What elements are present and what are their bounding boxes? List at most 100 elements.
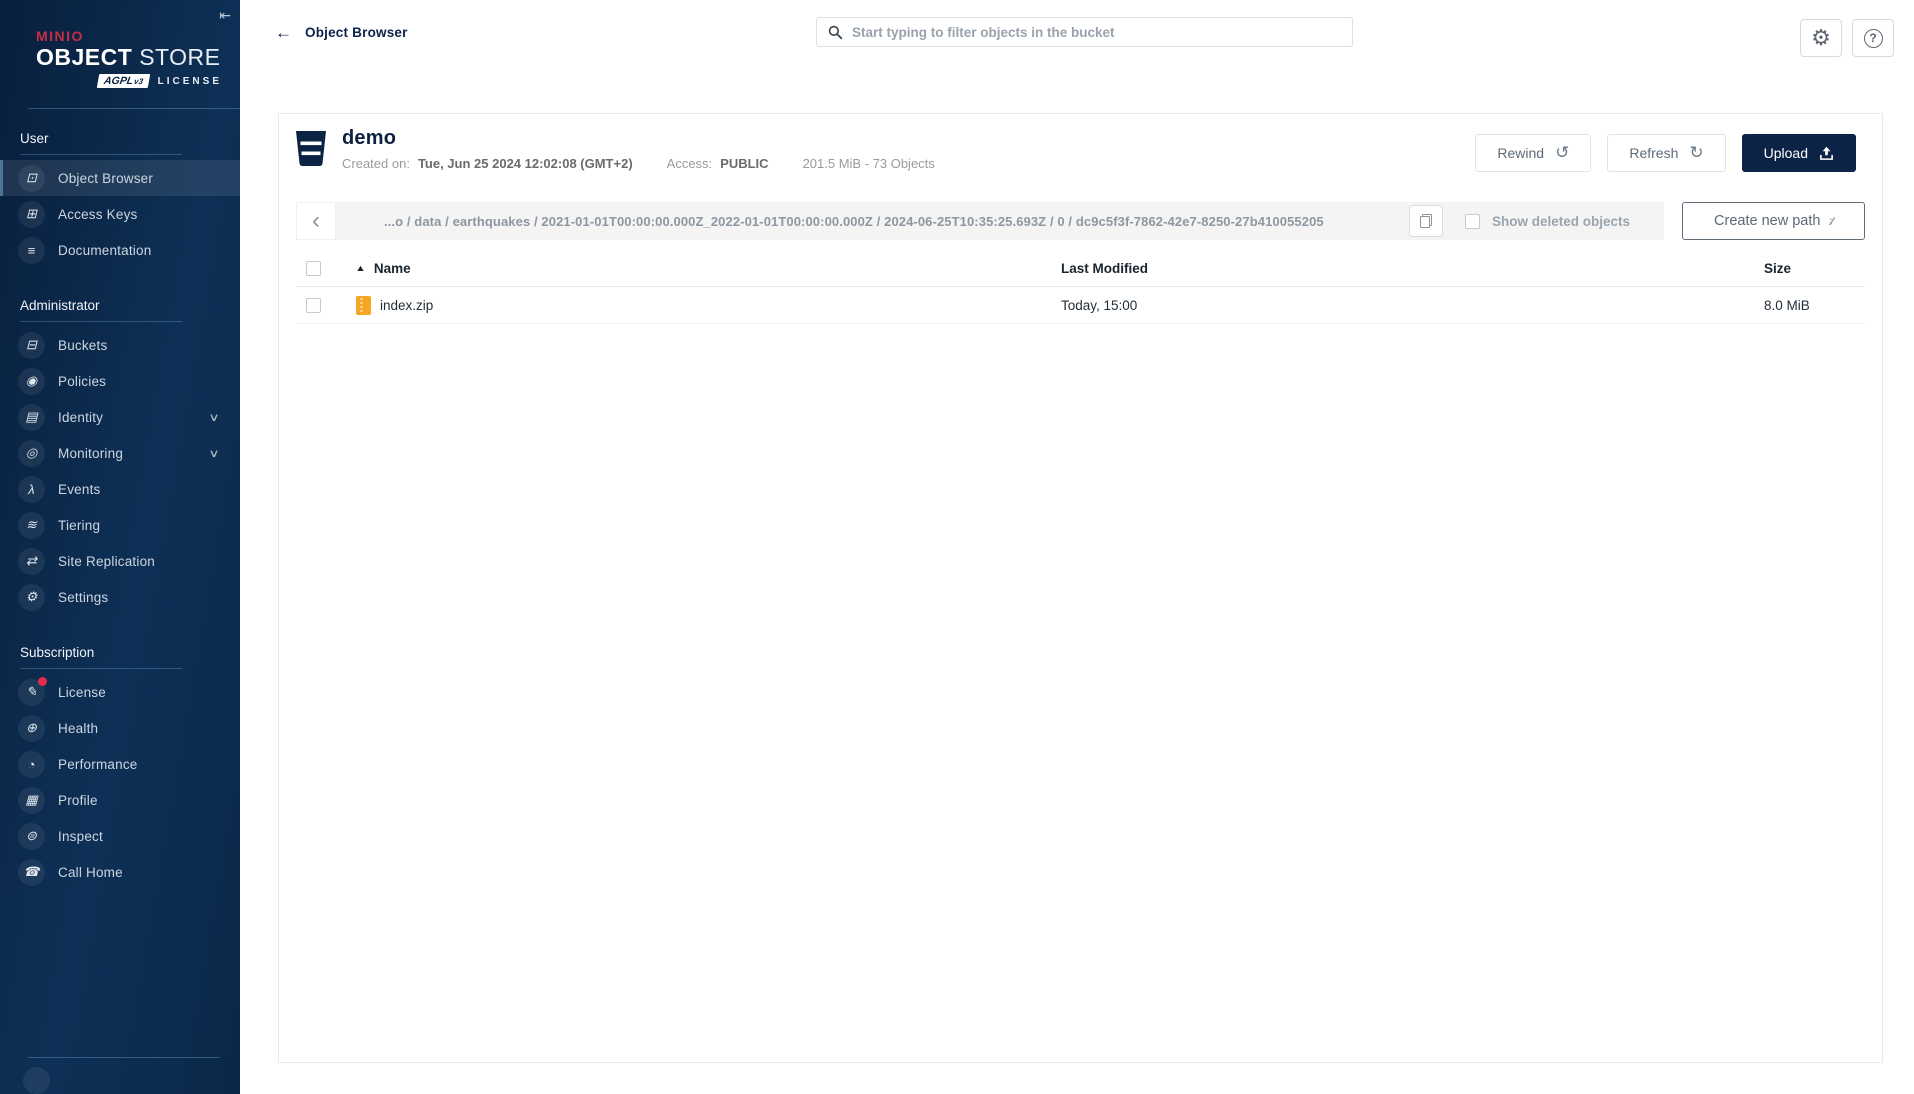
sidebar-section-user: User ⊡ Object Browser ⊞ Access Keys ≡ Do… <box>0 123 240 268</box>
select-all-checkbox[interactable] <box>306 260 321 276</box>
object-name[interactable]: index.zip <box>380 298 433 313</box>
bucket-name: demo <box>342 127 397 149</box>
upload-button[interactable]: Upload <box>1741 134 1856 172</box>
sidebar-item-inspect[interactable]: ⊜ Inspect <box>0 818 240 854</box>
path-icon: ∶∕∕ <box>1829 215 1833 228</box>
access-value[interactable]: PUBLIC <box>720 156 768 171</box>
sort-ascending-icon[interactable]: ▲ <box>355 263 366 273</box>
table-header-row: ▲ Name Last Modified Size <box>296 250 1865 287</box>
sidebar-section-subscription: Subscription ✎ License ⊕ Health ◔ Perfor… <box>0 637 240 890</box>
main-area: ← Object Browser ⚙ ? <box>240 0 1914 1094</box>
sidebar-section-administrator: Administrator ⊟ Buckets ◉ Policies ▤ Ide… <box>0 290 240 615</box>
help-button[interactable]: ? <box>1852 19 1894 57</box>
bucket-browser-card: demo Created on: Tue, Jun 25 2024 12:02:… <box>278 113 1883 1063</box>
sidebar-item-documentation[interactable]: ≡ Documentation <box>0 232 240 268</box>
sidebar-item-object-browser[interactable]: ⊡ Object Browser <box>0 160 240 197</box>
page-title: Object Browser <box>305 25 408 40</box>
divider <box>20 154 182 156</box>
license-alert-badge <box>38 676 47 686</box>
settings-icon: ⚙ <box>18 583 45 611</box>
sidebar-item-performance[interactable]: ◔ Performance <box>0 746 240 782</box>
section-label-administrator: Administrator <box>20 298 100 314</box>
divider <box>20 668 182 670</box>
license-icon: ✎ <box>18 676 47 706</box>
copy-icon <box>1419 214 1432 228</box>
license-badge-label: LICENSE <box>157 75 222 87</box>
row-checkbox[interactable] <box>306 297 321 313</box>
sidebar-item-health[interactable]: ⊕ Health <box>0 710 240 746</box>
profile-icon: ▦ <box>18 786 45 814</box>
sidebar-item-site-replication[interactable]: ⇄ Site Replication <box>0 543 240 579</box>
sidebar-item-events[interactable]: λ Events <box>0 471 240 507</box>
hidden-menu-item-icon <box>23 1067 50 1094</box>
show-deleted-checkbox[interactable] <box>1464 213 1480 229</box>
bucket-actions: Rewind ↺ Refresh ↻ Upload <box>1475 134 1856 172</box>
create-new-path-button[interactable]: Create new path ∶∕∕ <box>1682 202 1865 240</box>
license-badge-row: AGPL v3 LICENSE <box>36 74 226 89</box>
object-size: 8.0 MiB <box>1764 297 1810 313</box>
chevron-down-icon: ∨ <box>208 447 220 460</box>
sidebar: ⇤ MINIO OBJECT STORE AGPL v3 LICENSE User… <box>0 0 240 1094</box>
brand-minio: MINIO <box>36 28 84 44</box>
top-actions: ⚙ ? <box>1800 19 1894 57</box>
performance-icon: ◔ <box>18 750 45 778</box>
rewind-button[interactable]: Rewind ↺ <box>1475 134 1592 172</box>
created-label: Created on: <box>342 156 410 171</box>
policies-icon: ◉ <box>18 367 45 395</box>
top-header: ← Object Browser ⚙ ? <box>240 0 1914 70</box>
divider <box>28 1057 220 1058</box>
rewind-icon: ↺ <box>1555 143 1570 162</box>
buckets-icon: ⊟ <box>18 331 45 359</box>
sidebar-item-policies[interactable]: ◉ Policies <box>0 363 240 399</box>
sidebar-item-profile[interactable]: ▦ Profile <box>0 782 240 818</box>
created-value: Tue, Jun 25 2024 12:02:08 (GMT+2) <box>417 156 633 171</box>
breadcrumb-bar: ...o / data / earthquakes / 2021-01-01T0… <box>336 202 1664 240</box>
breadcrumb-row: ‹ ...o / data / earthquakes / 2021-01-01… <box>296 202 1865 240</box>
sidebar-item-settings[interactable]: ⚙ Settings <box>0 579 240 615</box>
breadcrumb-back-button[interactable]: ‹ <box>296 202 336 240</box>
object-filter-search[interactable] <box>816 17 1353 47</box>
events-icon: λ <box>18 475 45 503</box>
access-label: Access: <box>666 156 713 171</box>
sidebar-item-tiering[interactable]: ≋ Tiering <box>0 507 240 543</box>
section-label-user: User <box>20 131 49 147</box>
back-arrow-icon[interactable]: ← <box>275 24 292 41</box>
site-replication-icon: ⇄ <box>18 547 45 575</box>
sidebar-item-monitoring[interactable]: ◎ Monitoring ∨ <box>0 435 240 471</box>
chevron-left-icon: ‹ <box>312 207 320 234</box>
breadcrumb[interactable]: ...o / data / earthquakes / 2021-01-01T0… <box>384 214 1395 229</box>
bucket-title-block: demo Created on: Tue, Jun 25 2024 12:02:… <box>342 127 935 171</box>
column-header-name[interactable]: ▲ Name <box>342 261 1061 276</box>
page-title-back[interactable]: ← Object Browser <box>275 24 408 41</box>
call-home-icon: ☎ <box>18 858 45 886</box>
brand-product: OBJECT STORE <box>36 44 221 70</box>
table-row[interactable]: index.zip Today, 15:00 8.0 MiB <box>296 287 1865 324</box>
sidebar-collapse-icon[interactable]: ⇤ <box>219 7 231 24</box>
search-input[interactable] <box>852 24 1342 40</box>
sidebar-item-license[interactable]: ✎ License <box>0 674 240 710</box>
bucket-icon <box>294 130 328 172</box>
divider <box>20 321 182 323</box>
bucket-stats: 201.5 MiB - 73 Objects <box>802 156 935 171</box>
app-logo: ⇤ MINIO OBJECT STORE AGPL v3 LICENSE <box>0 0 240 98</box>
access-keys-icon: ⊞ <box>18 200 45 228</box>
object-last-modified: Today, 15:00 <box>1061 297 1138 313</box>
bucket-meta: Created on: Tue, Jun 25 2024 12:02:08 (G… <box>342 156 935 171</box>
show-deleted-toggle[interactable]: Show deleted objects <box>1457 213 1654 229</box>
sidebar-item-identity[interactable]: ▤ Identity ∨ <box>0 399 240 435</box>
chevron-down-icon: ∨ <box>208 411 220 424</box>
settings-button[interactable]: ⚙ <box>1800 19 1842 57</box>
refresh-button[interactable]: Refresh ↻ <box>1607 134 1726 172</box>
copy-path-button[interactable] <box>1408 205 1443 237</box>
sidebar-item-call-home[interactable]: ☎ Call Home <box>0 854 240 890</box>
section-label-subscription: Subscription <box>20 645 95 661</box>
sidebar-item-buckets[interactable]: ⊟ Buckets <box>0 327 240 363</box>
show-deleted-label: Show deleted objects <box>1491 213 1630 229</box>
documentation-icon: ≡ <box>18 236 45 264</box>
upload-icon <box>1820 146 1833 160</box>
sidebar-item-access-keys[interactable]: ⊞ Access Keys <box>0 196 240 232</box>
monitoring-icon: ◎ <box>18 439 45 467</box>
column-header-last-modified[interactable]: Last Modified <box>1061 261 1764 276</box>
identity-icon: ▤ <box>18 403 45 431</box>
column-header-size[interactable]: Size <box>1764 261 1865 276</box>
